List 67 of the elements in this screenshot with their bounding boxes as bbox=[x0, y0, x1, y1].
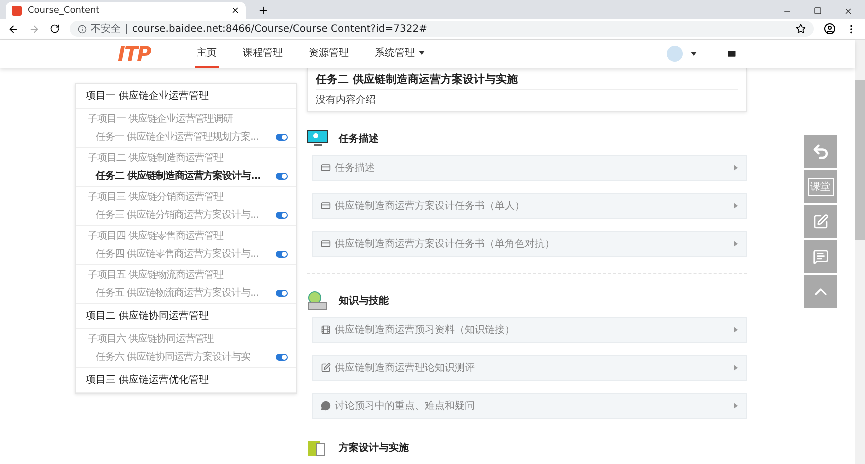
task-item[interactable]: 任务五 供应链物流商运营方案设计与... bbox=[76, 282, 296, 300]
nav-tab[interactable]: 课程管理 bbox=[240, 40, 285, 68]
close-icon[interactable] bbox=[844, 7, 853, 16]
tab-title: Course_Content bbox=[28, 6, 101, 16]
section-title: 知识与技能 bbox=[339, 294, 389, 308]
classroom-button[interactable]: 课堂 bbox=[804, 170, 837, 203]
back-icon[interactable] bbox=[8, 24, 19, 34]
address-field[interactable]: 不安全 | course.baidee.net:8466/Course/Course Content?id=7322# bbox=[70, 21, 814, 37]
subproject-title: 子项目五 供应链物流商运营管理 bbox=[87, 268, 225, 282]
content-item[interactable]: 供应链制造商运营方案设计任务书（单角色对抗） bbox=[312, 231, 747, 257]
security-label: 不安全 bbox=[91, 22, 121, 36]
edit-icon bbox=[321, 363, 331, 373]
film-icon bbox=[321, 325, 331, 335]
caret-icon[interactable] bbox=[691, 52, 697, 56]
section-title: 方案设计与实施 bbox=[339, 441, 409, 455]
caret-icon bbox=[734, 203, 738, 209]
nav-tab[interactable]: 系统管理 bbox=[372, 40, 427, 68]
subproject-title: 子项目六 供应链协同运营管理 bbox=[87, 332, 216, 346]
profile-icon[interactable] bbox=[824, 23, 836, 35]
nav-tab[interactable]: 资源管理 bbox=[306, 40, 351, 68]
task-title: 任务二 供应链制造商运营方案设计与实施 bbox=[316, 72, 738, 90]
project-title[interactable]: 项目二 供应链协同运营管理 bbox=[76, 304, 296, 329]
caret-icon bbox=[734, 365, 738, 371]
caret-icon bbox=[734, 327, 738, 333]
card-icon bbox=[321, 239, 331, 249]
content-item[interactable]: 讨论预习中的重点、难点和疑问 bbox=[312, 393, 747, 419]
task-item[interactable]: 任务四 供应链零售商运营方案设计与... bbox=[76, 243, 296, 261]
subproject-title: 子项目二 供应链制造商运营管理 bbox=[87, 152, 225, 165]
monitor-icon bbox=[307, 130, 329, 148]
separator: | bbox=[125, 24, 128, 34]
back-arrow-icon bbox=[812, 142, 830, 160]
content-item[interactable]: 供应链制造商运营理论知识测评 bbox=[312, 355, 747, 381]
close-icon[interactable] bbox=[231, 6, 240, 15]
browser-tab[interactable]: Course_Content bbox=[6, 2, 246, 19]
content-item[interactable]: 任务描述 bbox=[312, 155, 747, 181]
info-icon bbox=[78, 24, 87, 34]
logo[interactable]: ITP bbox=[118, 42, 151, 66]
task-item[interactable]: 任务一 供应链企业运营管理规划方案... bbox=[76, 126, 296, 144]
reload-icon[interactable] bbox=[50, 24, 60, 34]
subproject-title: 子项目三 供应链分销商运营管理 bbox=[87, 190, 225, 204]
task-item[interactable]: 任务三 供应链分销商运营方案设计与... bbox=[76, 204, 296, 222]
comment-icon bbox=[812, 248, 828, 264]
globe-keyboard-icon bbox=[307, 291, 329, 311]
task-description: 没有内容介绍 bbox=[316, 94, 377, 107]
caret-icon bbox=[734, 241, 738, 247]
edit-icon bbox=[812, 214, 828, 230]
site-icon bbox=[12, 6, 22, 16]
comment-icon bbox=[321, 401, 331, 411]
nav-tab[interactable]: 主页 bbox=[194, 40, 219, 68]
new-tab-icon[interactable] bbox=[258, 5, 269, 16]
task-item[interactable]: 任务二 供应链制造商运营方案设计与... bbox=[76, 165, 296, 183]
subproject-title: 子项目一 供应链企业运营管理调研 bbox=[87, 112, 234, 126]
card-icon bbox=[321, 201, 331, 211]
caret-icon bbox=[734, 165, 738, 171]
task-item[interactable]: 任务六 供应链协同运营方案设计与实 bbox=[76, 346, 296, 364]
content-item[interactable]: 供应链制造商运营预习资料（知识链接） bbox=[312, 317, 747, 343]
scrollbar[interactable] bbox=[855, 40, 865, 464]
bookmark-icon[interactable] bbox=[796, 24, 806, 34]
card-icon bbox=[321, 163, 331, 173]
maximize-icon[interactable] bbox=[814, 7, 822, 15]
project-title[interactable]: 项目一 供应链企业运营管理 bbox=[76, 84, 296, 109]
url-text: course.baidee.net:8466/Course/Course Content?id=7322# bbox=[132, 24, 428, 34]
caret-icon bbox=[734, 403, 738, 409]
content-item[interactable]: 供应链制造商运营方案设计任务书（单人） bbox=[312, 193, 747, 219]
subproject-title: 子项目四 供应链零售商运营管理 bbox=[87, 230, 225, 243]
project-title[interactable]: 项目三 供应链运营优化管理 bbox=[76, 368, 296, 393]
section-title: 任务描述 bbox=[339, 132, 379, 146]
